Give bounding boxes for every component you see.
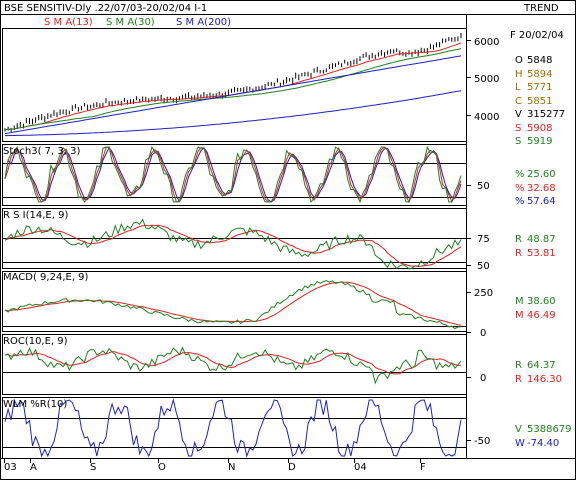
ohlc-block-row: H 5894: [515, 68, 552, 80]
x-axis-label: 03: [4, 462, 17, 473]
readout-key: %: [515, 196, 525, 207]
macd-vals-row: M 46.49: [515, 310, 556, 321]
rsi-signal-line: [4, 224, 462, 268]
readout-value: 25.60: [527, 169, 556, 180]
readout-key: %: [515, 169, 525, 180]
readout-value: 5771: [527, 82, 553, 93]
rsi-label: R S I(14,E, 9): [3, 210, 69, 221]
readout-value: 32.68: [527, 182, 556, 194]
ohlc-block-row: S 5908: [515, 122, 552, 134]
readout-key: M: [515, 310, 524, 321]
readout-key: S: [515, 136, 522, 147]
readout-key: R: [515, 374, 522, 385]
stoch-axis-tick: 50: [477, 181, 490, 192]
ohlc-block-row: V 315277: [515, 109, 565, 120]
macd-axis-tick: 250: [474, 288, 494, 299]
x-axis-label: F: [420, 462, 426, 473]
readout-value: 5919: [527, 136, 553, 147]
chart-window: BSE SENSITIV-Dly .22/07/03-20/02/04 I-1 …: [0, 0, 576, 480]
macd-axis-tick: 0: [480, 328, 487, 339]
readout-value: 53.81: [527, 248, 556, 259]
ohlc-block-row: L 5771: [515, 82, 552, 93]
price-axis-tick: 5000: [474, 74, 500, 85]
sma200-line: [4, 55, 462, 135]
rsi-axis-tick: 75: [477, 234, 490, 245]
readout-key: O: [515, 55, 523, 66]
price-panel-border: [2, 28, 467, 142]
readout-value: 315277: [527, 109, 566, 120]
wlm-vals-row: W -74.40: [515, 438, 559, 449]
macd-signal-line: [4, 281, 462, 326]
readout-value: 5388679: [527, 424, 572, 435]
wlm-vals-row: V 5388679: [515, 424, 572, 435]
stoch-label: Stoch3( 7, 3, 3): [3, 146, 81, 157]
readout-key: V: [515, 109, 522, 120]
ohlc-block-row: C 5851: [515, 95, 552, 107]
readout-value: 38.60: [527, 296, 556, 307]
readout-key: W: [515, 438, 525, 449]
readout-key: R: [515, 360, 522, 371]
x-axis-label: N: [228, 462, 236, 473]
stoch-vals-row: % 25.60: [515, 169, 556, 180]
readout-key: C: [515, 95, 522, 107]
macd-vals-row: M 38.60: [515, 296, 556, 307]
readout-value: 5894: [527, 68, 553, 80]
ohlc-block-row: S 5919: [515, 136, 552, 147]
readout-key: V: [515, 424, 522, 435]
readout-key: S: [515, 122, 522, 134]
wlm-label: WLM %R(10): [3, 399, 68, 410]
x-axis-label: O: [158, 462, 166, 473]
roc-vals-row: R 146.30: [515, 374, 562, 385]
x-axis-label: 04: [354, 462, 367, 473]
rsi-vals-row: R 53.81: [515, 248, 556, 259]
readout-value: 146.30: [527, 374, 562, 385]
readout-value: 64.37: [527, 360, 556, 371]
x-axis-label: A: [30, 462, 37, 473]
wlm-panel-border: [2, 397, 467, 459]
price-axis-tick: 6000: [474, 37, 500, 48]
readout-key: L: [515, 82, 521, 93]
x-axis-label: D: [288, 462, 296, 473]
ohlc-block-row: O 5848: [515, 55, 552, 66]
rsi-line: [4, 218, 462, 270]
rsi-axis-tick: 50: [477, 261, 490, 272]
readout-value: 5848: [527, 55, 553, 66]
readout-key: %: [515, 182, 525, 194]
stoch-vals-row: % 32.68: [515, 182, 556, 194]
stoch-vals-row: % 57.64: [515, 196, 556, 207]
rsi-vals-row: R 48.87: [515, 234, 556, 245]
sma13-line: [4, 42, 462, 131]
readout-value: 57.64: [527, 196, 556, 207]
readout-value: 5851: [527, 95, 553, 107]
readout-key: M: [515, 296, 524, 307]
readout-value: 48.87: [527, 234, 556, 245]
wlm-axis-tick: -50: [474, 436, 491, 447]
readout-key: R: [515, 248, 522, 259]
price-date-label: F 20/02/04: [510, 30, 564, 41]
sma30-line: [4, 48, 462, 131]
readout-value: 5908: [527, 122, 553, 134]
macd-label: MACD( 9,24,E, 9): [3, 272, 89, 283]
roc-label: ROC(10,E, 9): [3, 336, 68, 347]
roc-vals-row: R 64.37: [515, 360, 556, 371]
readout-key: H: [515, 68, 523, 80]
readout-value: -74.40: [527, 438, 560, 449]
readout-key: R: [515, 234, 522, 245]
sma200-long-line: [5, 90, 462, 137]
x-axis-label: S: [90, 462, 97, 473]
readout-value: 46.49: [527, 310, 556, 321]
roc-axis-tick: 0: [480, 373, 487, 384]
price-axis-tick: 4000: [474, 112, 500, 123]
